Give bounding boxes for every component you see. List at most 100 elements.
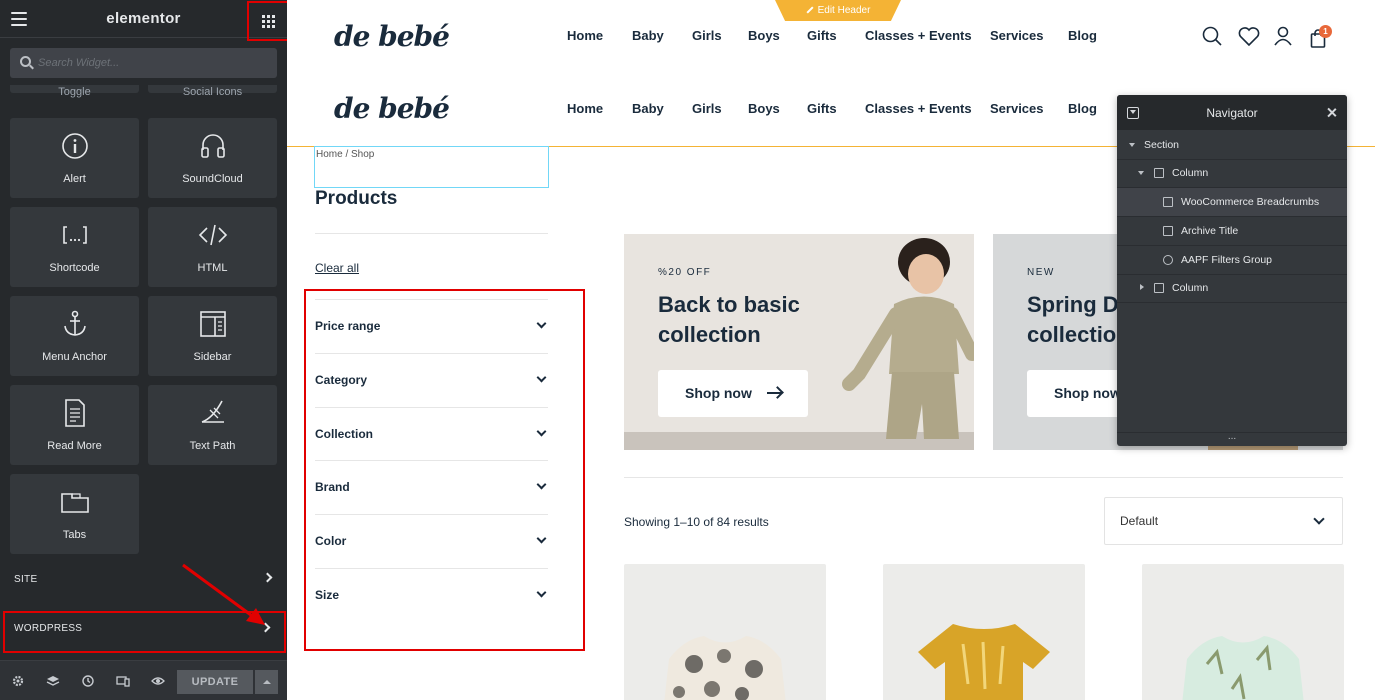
widget-label: Text Path: [189, 440, 236, 452]
category-wordpress[interactable]: WORDPRESS: [3, 611, 286, 653]
widget-soundcloud[interactable]: SoundCloud: [148, 118, 277, 198]
widget-tabs[interactable]: Tabs: [10, 474, 139, 554]
filter-category[interactable]: Category: [315, 353, 548, 407]
widget-read-more[interactable]: Read More: [10, 385, 139, 465]
product-card[interactable]: [624, 564, 826, 700]
navigator-item-column[interactable]: Column: [1117, 274, 1347, 303]
chevron-right-icon: [262, 572, 273, 583]
document-icon: [10, 398, 139, 428]
filter-label: Color: [315, 534, 347, 548]
responsive-icon[interactable]: [116, 674, 130, 688]
nav-baby[interactable]: Baby: [632, 28, 664, 43]
filter-color[interactable]: Color: [315, 514, 548, 568]
navigator-item-woocommerce-breadcrumbs[interactable]: WooCommerce Breadcrumbs: [1117, 188, 1347, 217]
nav-gifts[interactable]: Gifts: [807, 101, 837, 116]
navigator-item-label: WooCommerce Breadcrumbs: [1181, 196, 1320, 208]
navigator-item-archive-title[interactable]: Archive Title: [1117, 217, 1347, 246]
widget-label: Social Icons: [182, 86, 243, 98]
caret-right-icon[interactable]: [1140, 284, 1144, 290]
filter-label: Price range: [315, 319, 381, 333]
widget-label: Toggle: [58, 86, 91, 98]
product-image: [664, 636, 786, 700]
nav-services[interactable]: Services: [990, 101, 1044, 116]
widget-html[interactable]: HTML: [148, 207, 277, 287]
shop-now-label: Shop now: [1054, 385, 1121, 401]
widget-social-icons[interactable]: Social Icons: [148, 85, 277, 98]
site-logo-sticky[interactable]: de bebé: [334, 92, 450, 125]
banner-title: Back to basic collection: [658, 290, 800, 350]
search-widget-input[interactable]: [38, 48, 273, 78]
settings-icon[interactable]: [11, 674, 25, 688]
close-icon[interactable]: [1327, 105, 1337, 119]
user-icon[interactable]: [1274, 26, 1292, 51]
filter-collection[interactable]: Collection: [315, 407, 548, 461]
heart-icon[interactable]: [1238, 27, 1260, 51]
update-button[interactable]: UPDATE: [177, 670, 253, 694]
widgets-grid-button[interactable]: [247, 1, 289, 41]
edit-header-tab[interactable]: Edit Header: [775, 0, 901, 21]
product-image: [918, 624, 1050, 700]
filter-brand[interactable]: Brand: [315, 460, 548, 514]
caret-down-icon[interactable]: [1138, 171, 1144, 175]
widgets-list: Toggle Social Icons Alert SoundCloud Sho…: [0, 85, 287, 555]
woocommerce-breadcrumbs[interactable]: Home / Shop: [314, 146, 549, 188]
grid-icon: [261, 14, 275, 28]
shortcode-icon: [10, 220, 139, 250]
nav-boys[interactable]: Boys: [748, 101, 780, 116]
cart-count-badge: 1: [1319, 25, 1332, 38]
widget-sidebar[interactable]: Sidebar: [148, 296, 277, 376]
divider: [624, 477, 1343, 478]
nav-girls[interactable]: Girls: [692, 101, 722, 116]
category-label: SITE: [14, 574, 38, 585]
navigator-resize-handle[interactable]: ...: [1117, 432, 1347, 446]
page-title: Products: [315, 188, 398, 209]
widget-alert[interactable]: Alert: [10, 118, 139, 198]
sort-select[interactable]: Default: [1104, 497, 1343, 545]
shop-now-button[interactable]: Shop now: [658, 370, 808, 417]
banner-tag: NEW: [1027, 267, 1055, 278]
nav-classes-events[interactable]: Classes + Events: [865, 101, 972, 116]
arrow-right-icon: [767, 392, 781, 394]
nav-girls[interactable]: Girls: [692, 28, 722, 43]
category-site[interactable]: SITE: [0, 562, 287, 596]
nav-blog[interactable]: Blog: [1068, 28, 1097, 43]
history-icon[interactable]: [81, 674, 95, 688]
nav-home[interactable]: Home: [567, 28, 603, 43]
widget-search[interactable]: [10, 48, 277, 78]
product-card[interactable]: [1142, 564, 1344, 700]
navigator-item-section[interactable]: Section: [1117, 131, 1347, 160]
nav-baby[interactable]: Baby: [632, 101, 664, 116]
filter-size[interactable]: Size: [315, 568, 548, 622]
nav-boys[interactable]: Boys: [748, 28, 780, 43]
navigator-item-column[interactable]: Column: [1117, 159, 1347, 188]
preview-eye-icon[interactable]: [151, 674, 165, 688]
widget-label: Tabs: [62, 529, 87, 541]
site-logo[interactable]: de bebé: [334, 20, 450, 53]
update-options-caret-icon[interactable]: [255, 670, 278, 694]
widget-text-path[interactable]: Text Path: [148, 385, 277, 465]
navigator-header[interactable]: Navigator: [1117, 95, 1347, 130]
filter-label: Collection: [315, 427, 374, 441]
results-count: Showing 1–10 of 84 results: [624, 515, 769, 529]
search-icon[interactable]: [1202, 26, 1222, 51]
nav-classes-events[interactable]: Classes + Events: [865, 28, 972, 43]
nav-services[interactable]: Services: [990, 28, 1044, 43]
chevron-down-icon: [536, 372, 547, 383]
filter-price-range[interactable]: Price range: [315, 299, 548, 353]
product-card[interactable]: [883, 564, 1085, 700]
clear-all-link[interactable]: Clear all: [315, 261, 359, 275]
nav-gifts[interactable]: Gifts: [807, 28, 837, 43]
layers-icon[interactable]: [46, 674, 60, 688]
widget-toggle[interactable]: Toggle: [10, 85, 139, 98]
widget-menu-anchor[interactable]: Menu Anchor: [10, 296, 139, 376]
widget-shortcode[interactable]: Shortcode: [10, 207, 139, 287]
widget-label: Alert: [63, 173, 86, 185]
nav-blog[interactable]: Blog: [1068, 101, 1097, 116]
navigator-panel: Navigator Section Column WooCommerce Bre…: [1117, 95, 1347, 446]
panel-footer: UPDATE: [0, 660, 287, 700]
navigator-item-aapf-filters-group[interactable]: AAPF Filters Group: [1117, 246, 1347, 275]
text-path-icon: [148, 398, 277, 428]
caret-down-icon[interactable]: [1129, 143, 1135, 147]
chevron-down-icon: [536, 426, 547, 437]
nav-home[interactable]: Home: [567, 101, 603, 116]
